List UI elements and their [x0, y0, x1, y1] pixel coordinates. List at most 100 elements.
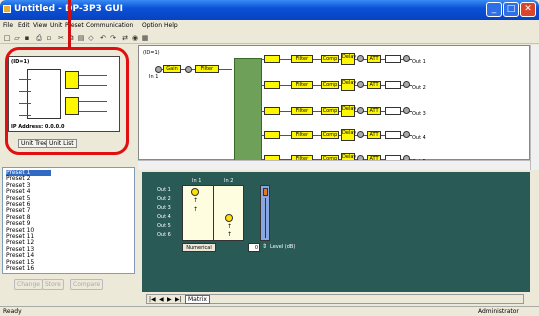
- menu-file[interactable]: File: [3, 22, 13, 29]
- chain-att-block[interactable]: ATT: [367, 107, 381, 115]
- maximize-button[interactable]: □: [503, 2, 519, 17]
- status-bar: Ready Administrator: [0, 306, 539, 316]
- menu-option[interactable]: Option: [142, 22, 162, 29]
- level-spin-icon[interactable]: ⇕: [262, 243, 267, 250]
- tab-matrix[interactable]: Matrix: [185, 295, 210, 304]
- output-node[interactable]: [403, 55, 410, 62]
- minimize-button[interactable]: _: [486, 2, 502, 17]
- filter-block[interactable]: Filter: [195, 65, 219, 73]
- gain-block[interactable]: Gain: [163, 65, 181, 73]
- chain-filter-block[interactable]: Filter: [291, 107, 313, 115]
- compare-button[interactable]: Compare: [70, 279, 104, 290]
- undo-icon[interactable]: ↶: [99, 34, 107, 42]
- last-sheet-icon[interactable]: ▶|: [175, 296, 182, 303]
- sheet-tab-bar: |◀ ◀ ▶ ▶| Matrix: [146, 294, 524, 304]
- output-label: Out 4: [412, 135, 426, 141]
- menu-communication[interactable]: Communication: [86, 22, 133, 29]
- store-button[interactable]: Store: [42, 279, 64, 290]
- eq-icon-block[interactable]: [264, 107, 280, 115]
- chain-filter-block[interactable]: Filter: [291, 131, 313, 139]
- chain-node[interactable]: [357, 131, 364, 138]
- eq-icon-block[interactable]: [264, 131, 280, 139]
- input-node[interactable]: [155, 66, 162, 73]
- highlight-circle: [5, 47, 129, 155]
- output-label: Out 3: [412, 111, 426, 117]
- level-input[interactable]: 0: [248, 243, 260, 252]
- menu-help[interactable]: Help: [164, 22, 178, 29]
- eq-icon-block[interactable]: [264, 55, 280, 63]
- matrix-grid[interactable]: ↑ ↑ ↑ ↑: [182, 185, 244, 241]
- chain-comp-block[interactable]: Comp: [321, 131, 339, 139]
- paste-icon[interactable]: ▤: [77, 34, 85, 42]
- output-label: Out 2: [412, 85, 426, 91]
- status-text: Ready: [3, 308, 22, 315]
- chain-filter-block[interactable]: Filter: [291, 55, 313, 63]
- chain-delay-block[interactable]: Delay: [341, 129, 356, 141]
- menu-unit[interactable]: Unit: [50, 22, 62, 29]
- slider-thumb[interactable]: [263, 188, 268, 196]
- chain-delay-block[interactable]: Delay: [341, 53, 356, 65]
- mute-block[interactable]: [385, 55, 401, 63]
- close-button[interactable]: ✕: [520, 2, 536, 17]
- chain-node[interactable]: [357, 55, 364, 62]
- matrix-output-label: Out 1: [157, 187, 171, 193]
- output-node[interactable]: [403, 81, 410, 88]
- chain-att-block[interactable]: ATT: [367, 131, 381, 139]
- chain-node[interactable]: [357, 81, 364, 88]
- chain-delay-block[interactable]: Delay: [341, 79, 356, 91]
- change-button[interactable]: Change: [14, 279, 43, 290]
- diagram-id: (ID=1): [143, 50, 160, 56]
- preset-item[interactable]: Preset 16: [6, 266, 34, 272]
- status-user: Administrator: [478, 308, 519, 315]
- mute-block[interactable]: [385, 81, 401, 89]
- first-sheet-icon[interactable]: |◀: [149, 296, 156, 303]
- menu-view[interactable]: View: [33, 22, 47, 29]
- find-icon[interactable]: ◇: [87, 34, 95, 42]
- eq-icon-block[interactable]: [264, 81, 280, 89]
- prev-sheet-icon[interactable]: ◀: [159, 296, 164, 303]
- menu-edit[interactable]: Edit: [18, 22, 30, 29]
- preset-list[interactable]: Preset 1 Preset 2 Preset 3 Preset 4 Preset 5…: [2, 167, 135, 274]
- input-label: In 1: [149, 74, 159, 80]
- mute-block[interactable]: [385, 131, 401, 139]
- chain-comp-block[interactable]: Comp: [321, 55, 339, 63]
- arrow-up-icon: ↑: [227, 223, 233, 230]
- matrix-output-label: Out 5: [157, 223, 171, 229]
- level-slider[interactable]: [260, 185, 270, 241]
- open-icon[interactable]: ▱: [13, 34, 21, 42]
- chain-node[interactable]: [357, 107, 364, 114]
- diagram-canvas[interactable]: (ID=1) In 1 Gain Filter Filter Comp Delay A…: [138, 45, 530, 165]
- chain-delay-block[interactable]: Delay: [341, 105, 356, 117]
- arrow-up-icon: ↑: [193, 197, 199, 204]
- cut-icon[interactable]: ✂: [57, 34, 65, 42]
- routing-matrix-block[interactable]: [234, 58, 262, 161]
- chain-comp-block[interactable]: Comp: [321, 107, 339, 115]
- menu-bar: File Edit View Unit Preset Communication…: [0, 20, 539, 32]
- matrix-output-label: Out 3: [157, 205, 171, 211]
- app-icon: [3, 5, 11, 13]
- chain-comp-block[interactable]: Comp: [321, 81, 339, 89]
- diagram-hscroll[interactable]: [138, 160, 530, 170]
- new-icon[interactable]: □: [3, 34, 11, 42]
- connect-icon[interactable]: ⇄: [121, 34, 129, 42]
- next-sheet-icon[interactable]: ▶: [167, 296, 172, 303]
- matrix-in1: In 1: [192, 178, 202, 184]
- grid-icon[interactable]: ▦: [141, 34, 149, 42]
- mute-block[interactable]: [385, 107, 401, 115]
- highlight-pointer: [68, 0, 71, 48]
- preview-icon[interactable]: ▫: [45, 34, 53, 42]
- chain-att-block[interactable]: ATT: [367, 81, 381, 89]
- monitor-icon[interactable]: ◉: [131, 34, 139, 42]
- crosspoint-out4-in2[interactable]: [225, 214, 233, 222]
- save-icon[interactable]: ▪: [23, 34, 31, 42]
- crosspoint-out1-in1[interactable]: [191, 188, 199, 196]
- print-icon[interactable]: ⎙: [35, 34, 43, 42]
- diagram-vscroll[interactable]: [530, 45, 539, 170]
- chain-filter-block[interactable]: Filter: [291, 81, 313, 89]
- output-node[interactable]: [403, 131, 410, 138]
- gain-node[interactable]: [185, 66, 192, 73]
- redo-icon[interactable]: ↷: [109, 34, 117, 42]
- chain-att-block[interactable]: ATT: [367, 55, 381, 63]
- numerical-button[interactable]: Numerical: [182, 243, 216, 252]
- output-node[interactable]: [403, 107, 410, 114]
